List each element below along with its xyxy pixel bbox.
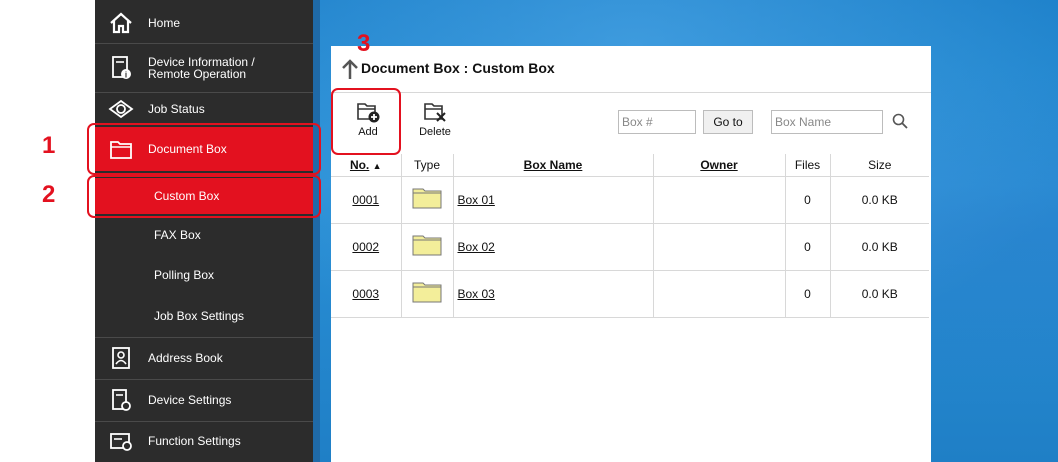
box-name-input[interactable]: Box Name — [771, 110, 883, 134]
box-size-cell: 0.0 KB — [829, 176, 929, 224]
callout-2-frame — [87, 175, 321, 218]
col-size: Size — [829, 154, 929, 177]
box-type-cell — [400, 270, 453, 318]
box-number-input[interactable]: Box # — [618, 110, 696, 134]
nav-address-book[interactable]: Address Book — [95, 340, 313, 376]
col-box-name[interactable]: Box Name — [452, 154, 653, 177]
box-number-text: 0003 — [352, 286, 380, 301]
folder-icon — [412, 282, 442, 303]
box-type-cell — [400, 176, 453, 224]
sidebar-item-polling-box[interactable]: Polling Box — [95, 258, 313, 292]
custom-box-table: No. ▲ Type Box Name Owner Files Size 000… — [331, 154, 931, 318]
box-owner-cell — [652, 176, 785, 224]
goto-button[interactable]: Go to — [703, 110, 753, 134]
box-type-cell — [400, 223, 453, 271]
box-size-cell: 0.0 KB — [829, 223, 929, 271]
table-row: 0003 Box 03 0 0.0 KB — [331, 270, 929, 318]
divider — [331, 92, 931, 93]
sidebar-item-job-box-settings[interactable]: Job Box Settings — [95, 298, 313, 334]
box-name-link[interactable]: Box 02 — [452, 223, 653, 271]
folder-icon — [412, 188, 442, 209]
nav-home[interactable]: Home — [95, 6, 313, 40]
home-icon — [107, 9, 135, 37]
box-number-text: 0002 — [352, 239, 380, 254]
box-files-cell: 0 — [784, 223, 830, 271]
sort-ascending-icon: ▲ — [372, 160, 382, 171]
nav-home-label: Home — [148, 16, 181, 30]
table-header-row: No. ▲ Type Box Name Owner Files Size — [331, 154, 929, 177]
search-icon[interactable] — [892, 113, 908, 132]
box-number-link[interactable]: 0003 — [331, 270, 401, 318]
box-owner-cell — [652, 223, 785, 271]
col-owner-label: Owner — [700, 157, 738, 172]
folder-icon — [412, 235, 442, 256]
box-size-cell: 0.0 KB — [829, 270, 929, 318]
col-type: Type — [400, 154, 453, 177]
nav-function-settings[interactable]: Function Settings — [95, 424, 313, 458]
page-title: Document Box : Custom Box — [361, 60, 555, 76]
box-files-cell: 0 — [784, 176, 830, 224]
box-name-text: Box 02 — [457, 239, 495, 254]
nav-job-status[interactable]: Job Status — [95, 94, 313, 124]
callout-2: 2 — [42, 181, 56, 208]
box-name-text: Box 03 — [457, 286, 495, 301]
nav-address-book-label: Address Book — [148, 351, 223, 365]
box-name-link[interactable]: Box 01 — [452, 176, 653, 224]
table-row: 0002 Box 02 0 0.0 KB — [331, 223, 929, 271]
device-settings-icon — [107, 386, 135, 414]
callout-1: 1 — [42, 132, 56, 159]
col-box-name-label: Box Name — [523, 157, 583, 172]
table-row: 0001 Box 01 0 0.0 KB — [331, 176, 929, 224]
svg-text:i: i — [125, 71, 127, 80]
sidebar-item-fax-box[interactable]: FAX Box — [95, 218, 313, 252]
box-number-link[interactable]: 0001 — [331, 176, 401, 224]
callout-3: 3 — [357, 30, 371, 57]
document-box-panel: Document Box : Custom Box Add Delete Box… — [331, 46, 931, 462]
nav-function-settings-label: Function Settings — [148, 434, 241, 448]
nav-device-settings-label: Device Settings — [148, 393, 232, 407]
col-no-label: No. — [349, 157, 370, 172]
delete-button-label: Delete — [419, 126, 451, 138]
nav-device-settings[interactable]: Device Settings — [95, 382, 313, 418]
col-files: Files — [784, 154, 830, 177]
sidebar-edge — [313, 0, 320, 462]
address-book-icon — [107, 344, 135, 372]
nav-device-information[interactable]: i Device Information / Remote Operation — [95, 46, 313, 90]
box-number-link[interactable]: 0002 — [331, 223, 401, 271]
function-settings-icon — [107, 427, 135, 455]
box-owner-cell — [652, 270, 785, 318]
nav-job-status-label: Job Status — [148, 102, 205, 116]
delete-folder-icon — [424, 103, 446, 122]
callout-3-frame — [331, 88, 401, 155]
nav-device-information-label: Device Information / Remote Operation — [148, 55, 255, 81]
box-number-text: 0001 — [352, 192, 380, 207]
box-name-text: Box 01 — [457, 192, 495, 207]
callout-1-frame — [87, 123, 321, 175]
delete-button[interactable]: Delete — [413, 100, 457, 148]
up-arrow-icon[interactable] — [341, 58, 359, 83]
device-info-icon: i — [107, 54, 135, 82]
col-owner[interactable]: Owner — [652, 154, 785, 177]
col-no[interactable]: No. ▲ — [331, 154, 401, 177]
box-files-cell: 0 — [784, 270, 830, 318]
job-status-icon — [107, 95, 135, 123]
sidebar: Home i Device Information / Remote Opera… — [95, 0, 320, 462]
left-margin — [0, 0, 95, 462]
box-name-link[interactable]: Box 03 — [452, 270, 653, 318]
